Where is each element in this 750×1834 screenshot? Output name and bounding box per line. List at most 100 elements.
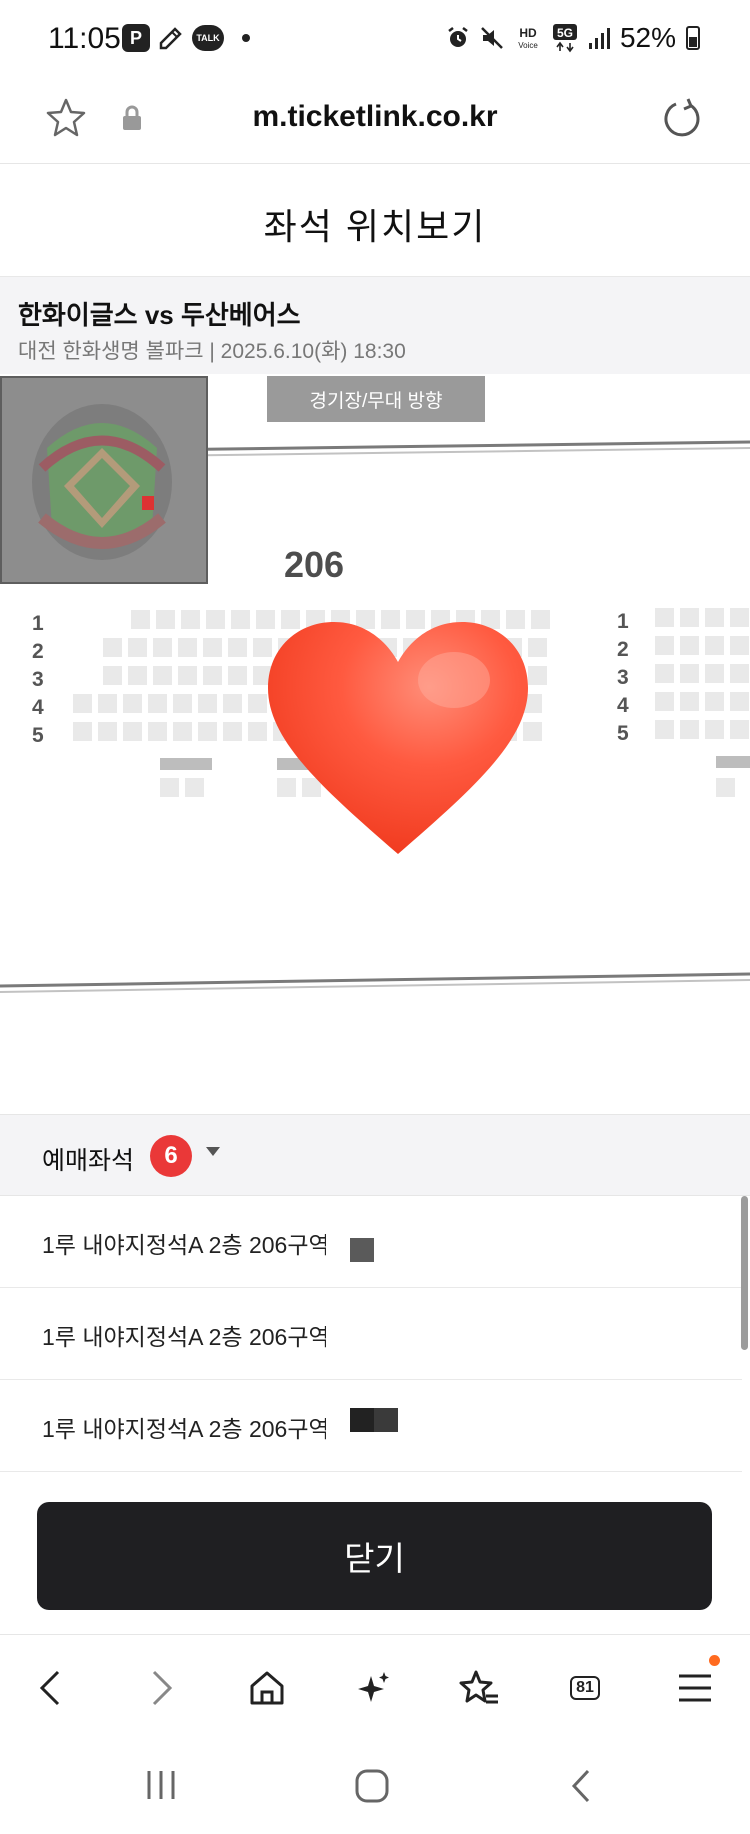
- seat[interactable]: [128, 638, 147, 657]
- seat[interactable]: [655, 664, 674, 683]
- seat[interactable]: [128, 666, 147, 685]
- booked-seat-row[interactable]: 1루 내야지정석A 2층 206구역: [0, 1288, 742, 1380]
- seat[interactable]: [173, 694, 192, 713]
- home-circle-icon[interactable]: [354, 1768, 390, 1804]
- seat[interactable]: [160, 778, 179, 797]
- booked-count-badge: 6: [150, 1135, 192, 1177]
- url-bar: m.ticketlink.co.kr: [0, 78, 750, 164]
- home-button[interactable]: [242, 1663, 292, 1713]
- seat[interactable]: [223, 694, 242, 713]
- seat[interactable]: [705, 608, 724, 627]
- hd-voice-sublabel: Voice: [518, 41, 538, 50]
- stage-direction-label: 경기장/무대 방향: [267, 376, 485, 422]
- seat[interactable]: [73, 694, 92, 713]
- seat[interactable]: [655, 692, 674, 711]
- reload-icon[interactable]: [660, 96, 704, 140]
- stadium-mini-map[interactable]: [0, 376, 208, 584]
- seat[interactable]: [103, 638, 122, 657]
- seat[interactable]: [680, 636, 699, 655]
- seat[interactable]: [231, 610, 250, 629]
- seat[interactable]: [198, 722, 217, 741]
- forward-button[interactable]: [136, 1663, 186, 1713]
- seat[interactable]: [680, 720, 699, 739]
- seat[interactable]: [705, 664, 724, 683]
- system-back-icon[interactable]: [568, 1768, 596, 1804]
- seat[interactable]: [705, 692, 724, 711]
- seat[interactable]: [730, 608, 749, 627]
- seat[interactable]: [178, 666, 197, 685]
- seat[interactable]: [680, 692, 699, 711]
- pixelated-mark: [350, 1408, 374, 1432]
- back-button[interactable]: [26, 1663, 76, 1713]
- booked-seat-row[interactable]: 1루 내야지정석A 2층 206구역: [0, 1196, 742, 1288]
- seat[interactable]: [228, 638, 247, 657]
- booked-seat-text: 1루 내야지정석A 2층 206구역: [42, 1416, 328, 1442]
- status-notification-icons: P TALK: [122, 24, 250, 52]
- seat[interactable]: [148, 722, 167, 741]
- tab-count: 81: [570, 1676, 600, 1700]
- battery-percent: 52%: [619, 22, 676, 53]
- url-text[interactable]: m.ticketlink.co.kr: [0, 100, 750, 134]
- seat[interactable]: [680, 608, 699, 627]
- seat[interactable]: [203, 638, 222, 657]
- seat[interactable]: [655, 636, 674, 655]
- seat[interactable]: [198, 694, 217, 713]
- row-label-right: 3: [617, 666, 629, 689]
- mute-icon: [481, 27, 503, 49]
- sparkle-icon: [358, 1672, 389, 1702]
- booked-seats-title: 예매좌석: [42, 1147, 135, 1175]
- seat[interactable]: [206, 610, 225, 629]
- chevron-down-icon[interactable]: [206, 1147, 220, 1156]
- tabs-button[interactable]: 81: [560, 1663, 610, 1713]
- booked-seat-text: 1루 내야지정석A 2층 206구역: [42, 1232, 328, 1258]
- network-5g-icon: 5G: [552, 24, 577, 53]
- seat[interactable]: [181, 610, 200, 629]
- notification-dot: [709, 1655, 720, 1666]
- seat[interactable]: [716, 778, 735, 797]
- scrollbar[interactable]: [741, 1196, 748, 1350]
- seat[interactable]: [73, 722, 92, 741]
- page-title: 좌석 위치보기: [263, 206, 487, 247]
- seat[interactable]: [131, 610, 150, 629]
- seat[interactable]: [156, 610, 175, 629]
- seat[interactable]: [173, 722, 192, 741]
- seat[interactable]: [153, 638, 172, 657]
- menu-icon: [679, 1674, 711, 1702]
- seat[interactable]: [655, 720, 674, 739]
- game-info: 한화이글스 vs 두산베어스 대전 한화생명 볼파크 | 2025.6.10(화…: [0, 276, 750, 374]
- seat[interactable]: [655, 608, 674, 627]
- parking-icon: P: [122, 24, 150, 52]
- seat[interactable]: [730, 636, 749, 655]
- status-bar: 11:05 P TALK HD Voice 5G 52%: [0, 0, 750, 78]
- seat[interactable]: [98, 722, 117, 741]
- row-label-left: 2: [32, 640, 44, 663]
- seat[interactable]: [223, 722, 242, 741]
- ai-assistant-button[interactable]: [348, 1663, 398, 1713]
- seat[interactable]: [153, 666, 172, 685]
- bookmarks-button[interactable]: [454, 1663, 504, 1713]
- seat[interactable]: [730, 720, 749, 739]
- seat[interactable]: [123, 722, 142, 741]
- bookmarks-star-icon: [459, 1670, 498, 1704]
- seat[interactable]: [705, 636, 724, 655]
- seat[interactable]: [203, 666, 222, 685]
- seat[interactable]: [103, 666, 122, 685]
- seat[interactable]: [178, 638, 197, 657]
- seat-map[interactable]: 경기장/무대 방향 206 1 2 3 4 5 1 2 3 4 5: [0, 374, 750, 1114]
- seat[interactable]: [185, 778, 204, 797]
- recent-apps-icon[interactable]: [144, 1768, 178, 1802]
- booked-seats-header[interactable]: 예매좌석 6: [0, 1114, 750, 1196]
- seat[interactable]: [705, 720, 724, 739]
- seat[interactable]: [123, 694, 142, 713]
- signal-icon: [588, 28, 610, 49]
- seat[interactable]: [730, 692, 749, 711]
- menu-button[interactable]: [670, 1655, 720, 1713]
- booked-seat-row[interactable]: 1루 내야지정석A 2층 206구역: [0, 1380, 742, 1472]
- seat[interactable]: [228, 666, 247, 685]
- row-label-left: 4: [32, 696, 44, 719]
- seat[interactable]: [148, 694, 167, 713]
- seat[interactable]: [730, 664, 749, 683]
- close-button[interactable]: 닫기: [37, 1502, 712, 1610]
- seat[interactable]: [98, 694, 117, 713]
- seat[interactable]: [680, 664, 699, 683]
